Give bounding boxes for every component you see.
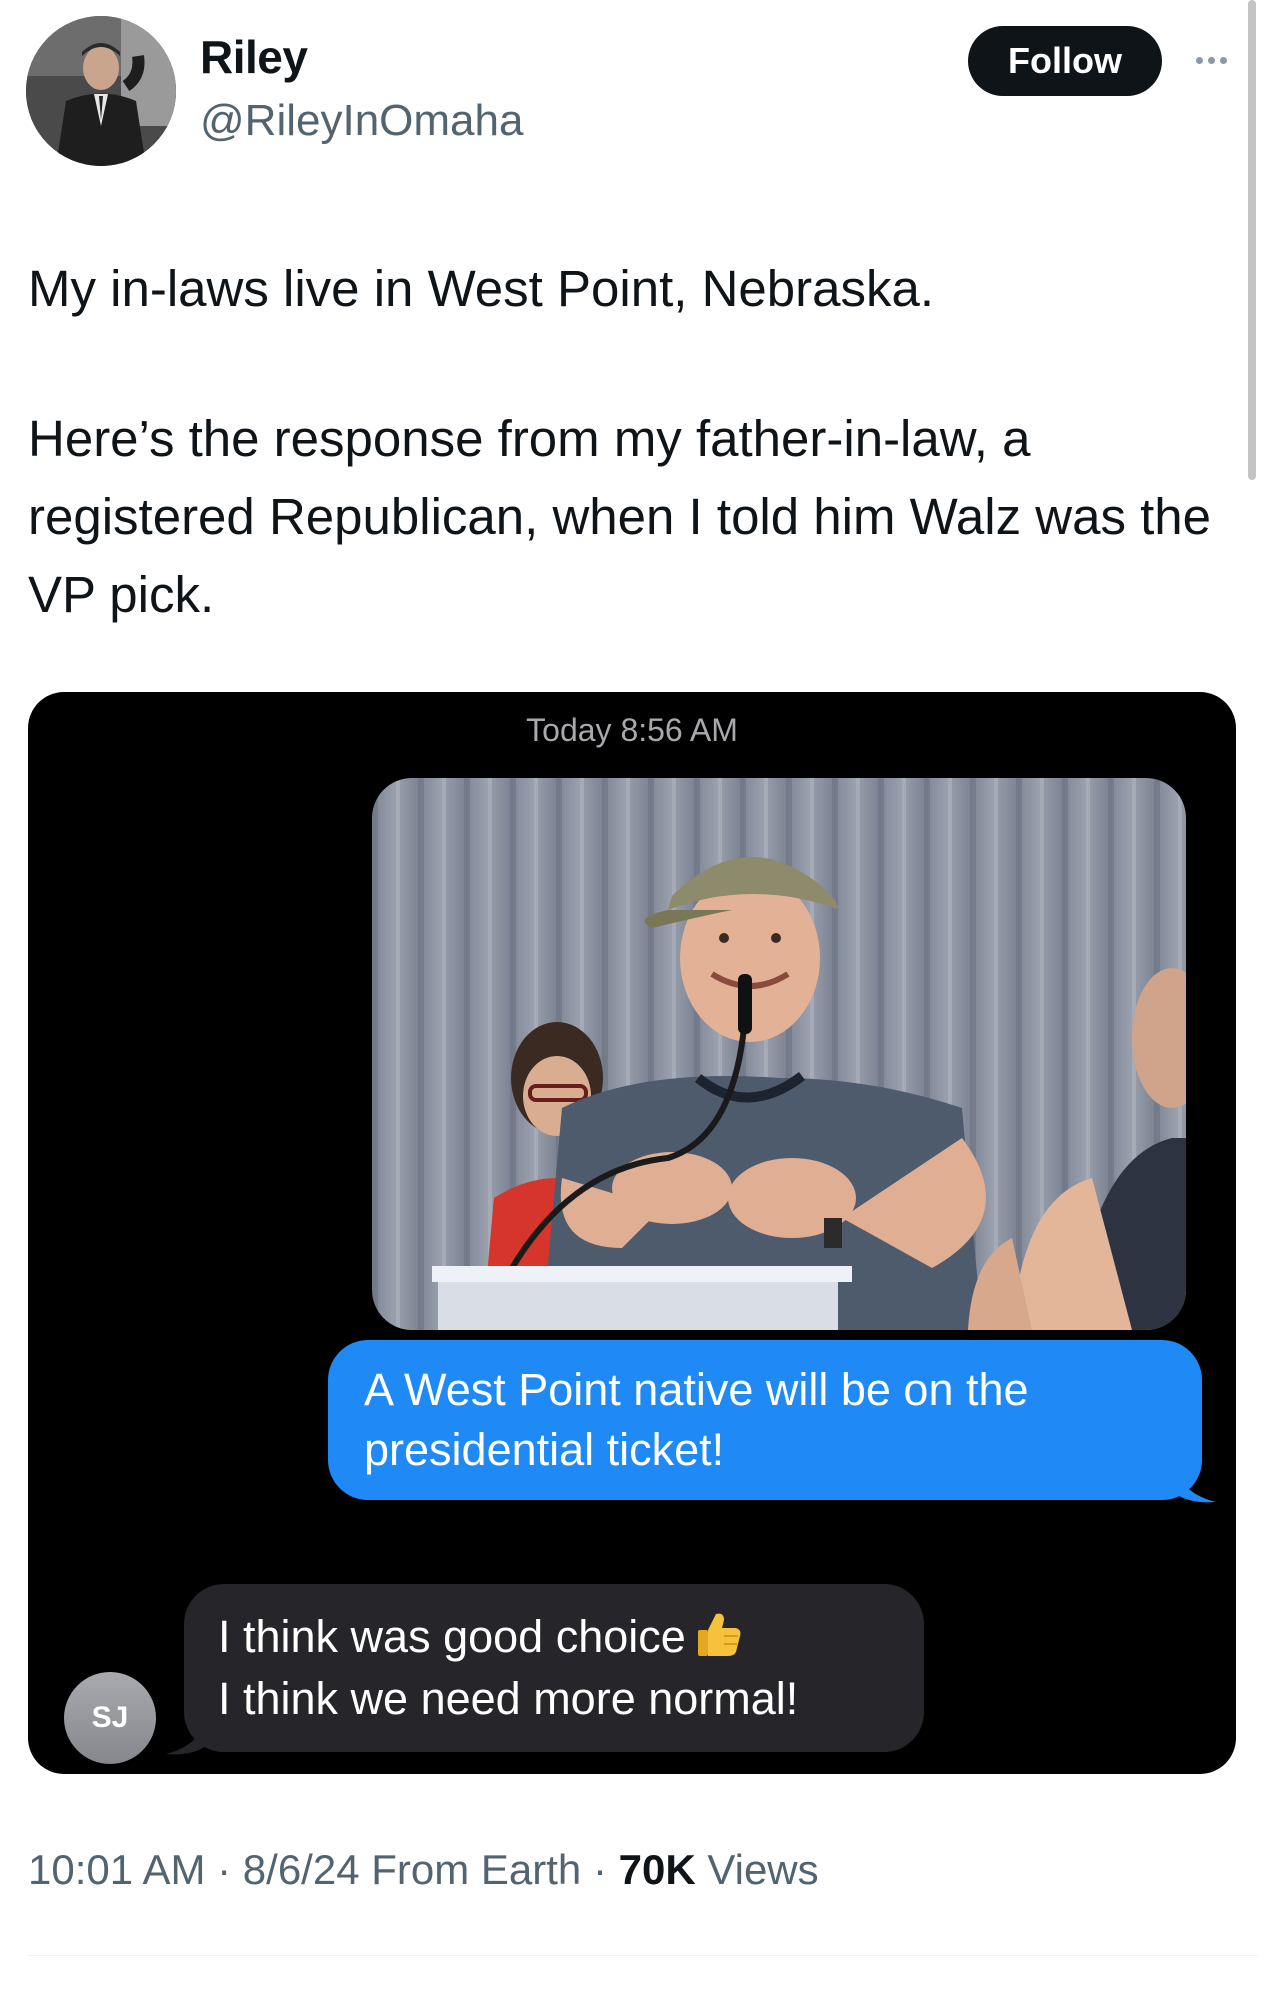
message-timestamp: Today 8:56 AM bbox=[526, 712, 738, 748]
author-name[interactable]: Riley bbox=[200, 30, 308, 84]
tweet-time[interactable]: 10:01 AM bbox=[28, 1846, 205, 1893]
sender-avatar: SJ bbox=[64, 1672, 156, 1764]
incoming-message-bubble: I think was good choice I think we need … bbox=[184, 1584, 924, 1752]
tweet-paragraph: My in-laws live in West Point, Nebraska. bbox=[28, 260, 935, 317]
incoming-line-text: I think was good choice bbox=[218, 1611, 686, 1662]
incoming-line-text: I think we need more normal! bbox=[218, 1673, 799, 1724]
views-label: Views bbox=[707, 1846, 819, 1893]
thumbs-up-icon bbox=[697, 1613, 741, 1656]
tweet-metadata: 10:01 AM · 8/6/24 From Earth · 70K Views bbox=[28, 1846, 819, 1893]
incoming-bubble-tail bbox=[166, 1720, 206, 1755]
outgoing-bubble-tail bbox=[1176, 1470, 1216, 1503]
incoming-line: I think was good choice bbox=[218, 1606, 890, 1668]
divider bbox=[28, 1955, 1258, 1956]
outgoing-message-bubble: A West Point native will be on the presi… bbox=[328, 1340, 1202, 1500]
tweet-text: My in-laws live in West Point, Nebraska.… bbox=[28, 250, 1248, 634]
scrollbar[interactable] bbox=[1248, 0, 1256, 480]
tweet-paragraph: Here’s the response from my father-in-la… bbox=[28, 410, 1212, 623]
more-options-icon[interactable] bbox=[1186, 40, 1236, 80]
author-handle[interactable]: @RileyInOmaha bbox=[200, 96, 523, 146]
shared-photo bbox=[372, 778, 1186, 1330]
tweet-source: From Earth bbox=[371, 1846, 582, 1893]
views-count[interactable]: 70K bbox=[619, 1846, 696, 1893]
author-avatar[interactable] bbox=[26, 16, 176, 166]
attached-screenshot[interactable]: Today 8:56 AM A West Point native will b… bbox=[28, 692, 1236, 1774]
follow-button[interactable]: Follow bbox=[968, 26, 1162, 96]
tweet-date[interactable]: 8/6/24 bbox=[243, 1846, 360, 1893]
